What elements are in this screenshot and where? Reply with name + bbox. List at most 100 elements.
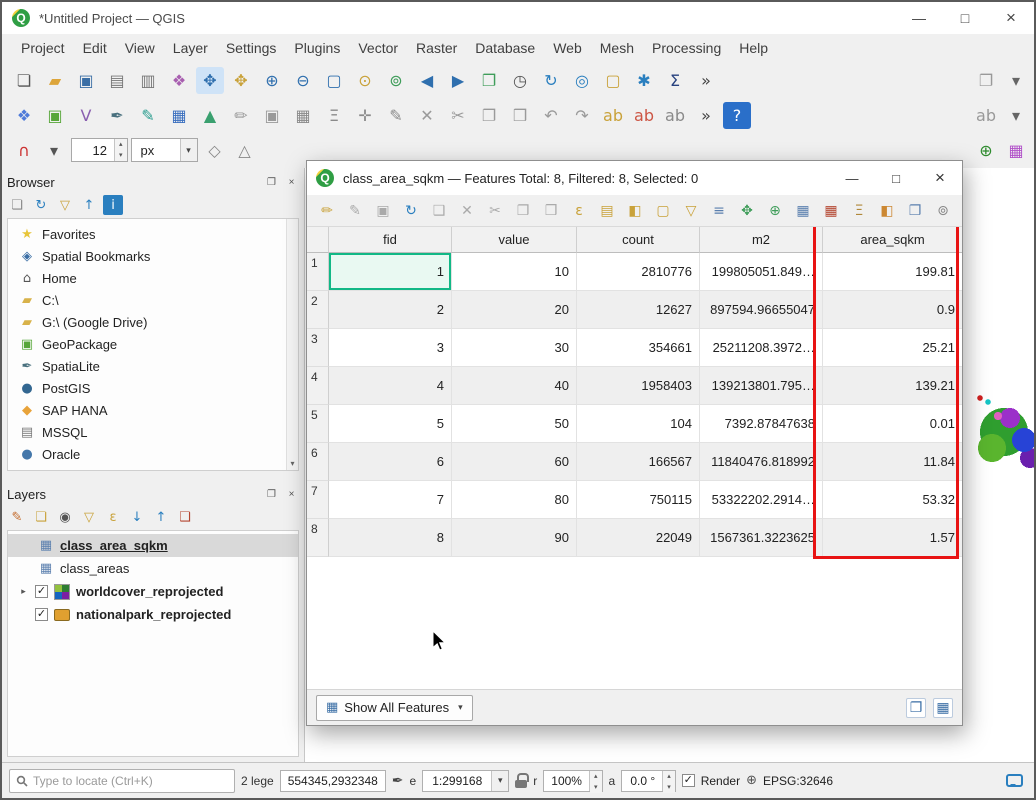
cell-count[interactable]: 22049	[577, 519, 700, 557]
browser-item-home[interactable]: ⌂ Home	[8, 267, 298, 289]
cell-count[interactable]: 1958403	[577, 367, 700, 405]
raster-tools-icon[interactable]: ▦	[1002, 137, 1030, 164]
corner-header[interactable]	[307, 227, 329, 253]
copy-features-icon[interactable]: ❐	[475, 102, 503, 129]
browser-item-postgis[interactable]: ● PostGIS	[8, 377, 298, 399]
table-delete-selected-icon[interactable]: ✕	[454, 198, 480, 223]
panel-close-icon[interactable]: ×	[284, 177, 299, 188]
table-view-mode-icon[interactable]: ▦	[933, 698, 953, 718]
refresh-map-icon[interactable]: ↻	[537, 67, 565, 94]
menu-layer[interactable]: Layer	[164, 37, 217, 59]
cell-fid[interactable]: 2	[329, 291, 452, 329]
crs-status[interactable]: EPSG:32646	[763, 774, 833, 788]
browser-item-oracle[interactable]: ● Oracle	[8, 443, 298, 465]
save-edits-icon[interactable]: ▣	[258, 102, 286, 129]
browser-collapse-all-icon[interactable]: ↑	[79, 195, 99, 215]
cell-m2[interactable]: 53322202.2914…	[700, 481, 823, 519]
table-paste-icon[interactable]: ❒	[538, 198, 564, 223]
cell-value[interactable]: 30	[452, 329, 577, 367]
new-map-view-icon[interactable]: ❐	[475, 67, 503, 94]
table-toggle-editing-icon[interactable]: ✏	[314, 198, 340, 223]
temporal-controller-icon[interactable]: ◷	[506, 67, 534, 94]
expand-all-icon[interactable]: ↓	[127, 507, 147, 527]
layer-styling-icon[interactable]: ✎	[7, 507, 27, 527]
cell-area-sqkm[interactable]: 139.21	[823, 367, 962, 405]
row-number[interactable]: 1	[307, 253, 329, 291]
cell-m2[interactable]: 897594.96655047	[700, 291, 823, 329]
dialog-maximize-button[interactable]: □	[874, 161, 918, 195]
zoom-last-icon[interactable]: ◀	[413, 67, 441, 94]
open-attribute-table-icon[interactable]: ▦	[289, 102, 317, 129]
new-project-icon[interactable]: ❏	[10, 67, 38, 94]
menu-settings[interactable]: Settings	[217, 37, 286, 59]
column-header-fid[interactable]: fid	[329, 227, 452, 253]
cell-count[interactable]: 12627	[577, 291, 700, 329]
row-number[interactable]: 4	[307, 367, 329, 405]
spin-down-icon[interactable]: ▾	[663, 782, 675, 793]
menu-help[interactable]: Help	[730, 37, 777, 59]
row-number[interactable]: 7	[307, 481, 329, 519]
cell-fid[interactable]: 3	[329, 329, 452, 367]
browser-refresh-icon[interactable]: ↻	[31, 195, 51, 215]
dropdown-caret-icon[interactable]: ▾	[1002, 102, 1030, 129]
cell-value[interactable]: 90	[452, 519, 577, 557]
zoom-next-icon[interactable]: ▶	[444, 67, 472, 94]
select-all-icon[interactable]: ▤	[594, 198, 620, 223]
new-spatialite-layer-icon[interactable]: ✒	[103, 102, 131, 129]
menu-edit[interactable]: Edit	[74, 37, 116, 59]
layer-checkbox[interactable]: ✓	[35, 608, 48, 621]
collapse-all-icon[interactable]: ↑	[151, 507, 171, 527]
snapping-type-icon[interactable]: ◇	[201, 137, 229, 164]
maximize-button[interactable]: □	[942, 2, 988, 34]
table-row[interactable]: 8 8 90 22049 1567361.3223625 1.57	[307, 519, 962, 557]
render-checkbox[interactable]: ✓	[682, 774, 695, 787]
cell-count[interactable]: 2810776	[577, 253, 700, 291]
show-all-features-button[interactable]: ▦ Show All Features ▾	[316, 695, 473, 721]
menu-vector[interactable]: Vector	[349, 37, 407, 59]
row-number[interactable]: 2	[307, 291, 329, 329]
paste-features-icon[interactable]: ❒	[506, 102, 534, 129]
layer-item-nationalpark_reprojected[interactable]: ✓ nationalpark_reprojected	[8, 603, 298, 626]
row-number[interactable]: 5	[307, 405, 329, 443]
filter-legend-icon[interactable]: ▽	[79, 507, 99, 527]
expander-icon[interactable]: ▸	[18, 586, 29, 597]
add-group-icon[interactable]: ❏	[31, 507, 51, 527]
vertex-tool-icon[interactable]: ✛	[351, 102, 379, 129]
panel-close-icon[interactable]: ×	[284, 489, 299, 500]
cell-fid[interactable]: 4	[329, 367, 452, 405]
table-cut-icon[interactable]: ✂	[482, 198, 508, 223]
snapping-magnet-icon[interactable]: ∩	[10, 137, 38, 164]
cell-value[interactable]: 10	[452, 253, 577, 291]
statistical-summary-icon[interactable]: Σ	[661, 67, 689, 94]
table-multiedit-icon[interactable]: ✎	[342, 198, 368, 223]
remove-layer-icon[interactable]: ❑	[175, 507, 195, 527]
scale-combo[interactable]: 1:299168 ▾	[422, 770, 509, 792]
browser-item-mssql[interactable]: ▤ MSSQL	[8, 421, 298, 443]
column-header-m2[interactable]: m2	[700, 227, 823, 253]
new-virtual-layer-icon[interactable]: V	[72, 102, 100, 129]
panel-float-icon[interactable]: ❐	[264, 489, 279, 500]
layer-labeling-icon[interactable]: ab	[599, 102, 627, 129]
topological-editing-icon[interactable]: △	[231, 137, 259, 164]
select-features-icon[interactable]: ▢	[599, 67, 627, 94]
layer-item-class_area_sqkm[interactable]: ▦ class_area_sqkm	[8, 534, 298, 557]
zoom-in-icon[interactable]: ⊕	[258, 67, 286, 94]
redo-icon[interactable]: ↷	[568, 102, 596, 129]
cut-features-icon[interactable]: ✂	[444, 102, 472, 129]
browser-filter-icon[interactable]: ▽	[55, 195, 75, 215]
browser-item-drive-c[interactable]: ▰ C:\	[8, 289, 298, 311]
cell-value[interactable]: 60	[452, 443, 577, 481]
cell-m2[interactable]: 7392.87847638	[700, 405, 823, 443]
cell-fid[interactable]: 1	[329, 253, 452, 291]
new-geopackage-layer-icon[interactable]: ▣	[41, 102, 69, 129]
dock-attribute-table-icon[interactable]: ❐	[906, 698, 926, 718]
options-gear-icon[interactable]: ✱	[630, 67, 658, 94]
spin-up-icon[interactable]: ▴	[590, 771, 602, 782]
column-header-value[interactable]: value	[452, 227, 577, 253]
browser-item-geopackage[interactable]: ▣ GeoPackage	[8, 333, 298, 355]
layout-manager-icon[interactable]: ▥	[134, 67, 162, 94]
cell-fid[interactable]: 6	[329, 443, 452, 481]
delete-field-icon[interactable]: ▦	[818, 198, 844, 223]
cell-fid[interactable]: 7	[329, 481, 452, 519]
table-copy-icon[interactable]: ❐	[510, 198, 536, 223]
